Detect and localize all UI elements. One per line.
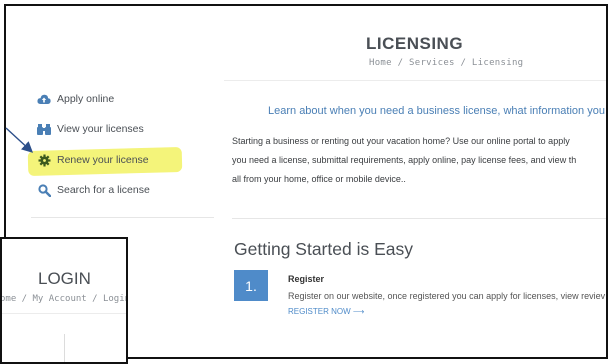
login-breadcrumb[interactable]: ome / My Account / Login [2, 294, 126, 304]
login-inset-frame: LOGIN ome / My Account / Login [0, 237, 128, 364]
login-divider [2, 313, 126, 314]
login-title: LOGIN [38, 269, 91, 288]
login-vertical-divider [64, 334, 65, 362]
